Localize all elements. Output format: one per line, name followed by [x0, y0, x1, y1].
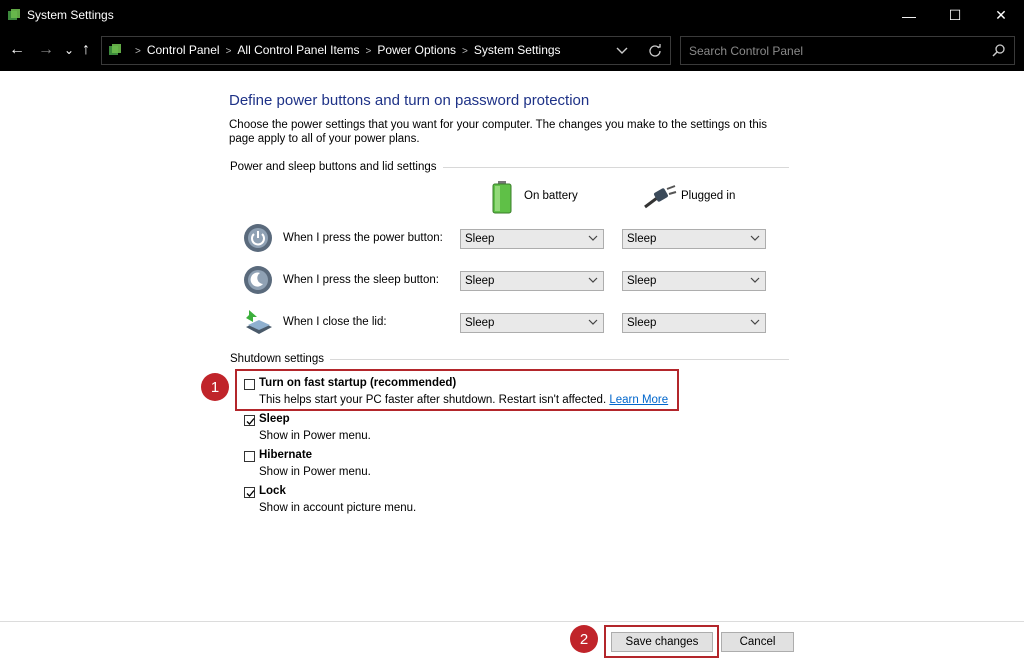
select-value: Sleep: [627, 275, 657, 287]
select-value: Sleep: [465, 317, 495, 329]
checkmark-icon: [246, 490, 255, 497]
battery-icon: [492, 181, 512, 214]
breadcrumb-separator: >: [225, 46, 232, 57]
chevron-down-icon: [750, 277, 760, 283]
sleep-title: Sleep: [259, 413, 290, 425]
control-panel-icon: [8, 9, 20, 20]
sleep-checkbox[interactable]: [244, 415, 255, 426]
learn-more-link[interactable]: Learn More: [609, 394, 668, 406]
chevron-down-icon: [588, 319, 598, 325]
window-title: System Settings: [27, 8, 114, 22]
chevron-down-icon: [588, 277, 598, 283]
power-button-battery-select[interactable]: Sleep: [460, 229, 604, 249]
search-icon[interactable]: [992, 43, 1006, 57]
checkmark-icon: [246, 418, 255, 425]
sleep-button-battery-select[interactable]: Sleep: [460, 271, 604, 291]
breadcrumb-separator: >: [365, 46, 372, 57]
group-label-shutdown: Shutdown settings: [230, 353, 330, 365]
chevron-down-icon: [750, 319, 760, 325]
power-button-label: When I press the power button:: [283, 232, 443, 244]
maximize-button[interactable]: ☐: [932, 0, 978, 31]
lid-label: When I close the lid:: [283, 316, 387, 328]
power-plug-icon: [644, 185, 677, 209]
breadcrumb-control-panel[interactable]: Control Panel: [147, 43, 220, 57]
save-changes-button[interactable]: Save changes: [611, 632, 713, 652]
lid-battery-select[interactable]: Sleep: [460, 313, 604, 333]
recent-locations-button[interactable]: ⌄: [64, 40, 74, 60]
breadcrumb: > Control Panel > All Control Panel Items > P…: [129, 43, 561, 57]
breadcrumb-system-settings[interactable]: System Settings: [474, 43, 561, 57]
step-marker-2: 2: [570, 625, 598, 653]
forward-button[interactable]: →: [38, 40, 54, 60]
breadcrumb-all-items[interactable]: All Control Panel Items: [237, 43, 359, 57]
breadcrumb-separator: >: [462, 46, 468, 57]
step-marker-1: 1: [201, 373, 229, 401]
up-button[interactable]: ↑: [82, 40, 90, 60]
breadcrumb-power-options[interactable]: Power Options: [377, 43, 456, 57]
fast-startup-desc-text: This helps start your PC faster after sh…: [259, 394, 607, 406]
power-button-plugged-select[interactable]: Sleep: [622, 229, 766, 249]
select-value: Sleep: [465, 233, 495, 245]
page-description: Choose the power settings that you want …: [229, 119, 768, 145]
breadcrumb-separator: >: [135, 46, 141, 57]
laptop-lid-icon: [246, 310, 272, 334]
select-value: Sleep: [465, 275, 495, 287]
group-label-power-buttons: Power and sleep buttons and lid settings: [230, 161, 443, 173]
select-value: Sleep: [627, 317, 657, 329]
control-panel-icon: [109, 44, 121, 55]
chevron-down-icon[interactable]: [616, 46, 628, 56]
search-input[interactable]: Search Control Panel: [680, 36, 1015, 65]
main-content: Define power buttons and turn on passwor…: [0, 71, 1024, 662]
hibernate-desc: Show in Power menu.: [259, 466, 371, 478]
lock-checkbox[interactable]: [244, 487, 255, 498]
minimize-button[interactable]: —: [886, 0, 932, 31]
sleep-button-label: When I press the sleep button:: [283, 274, 439, 286]
column-on-battery: On battery: [524, 190, 578, 202]
chevron-down-icon: [750, 235, 760, 241]
footer-divider: [0, 621, 1024, 622]
sleep-button-icon: [244, 266, 272, 294]
close-button[interactable]: ✕: [978, 0, 1024, 31]
select-value: Sleep: [627, 233, 657, 245]
back-button[interactable]: ←: [9, 40, 25, 60]
power-button-icon: [244, 224, 272, 252]
fast-startup-desc: This helps start your PC faster after sh…: [259, 394, 668, 406]
lid-plugged-select[interactable]: Sleep: [622, 313, 766, 333]
lock-title: Lock: [259, 485, 286, 497]
title-bar: System Settings — ☐ ✕: [0, 0, 1024, 31]
cancel-button[interactable]: Cancel: [721, 632, 794, 652]
fast-startup-checkbox[interactable]: [244, 379, 255, 390]
refresh-icon[interactable]: [648, 43, 662, 57]
column-plugged-in: Plugged in: [681, 190, 736, 202]
address-bar[interactable]: > Control Panel > All Control Panel Items > P…: [101, 36, 671, 65]
search-placeholder: Search Control Panel: [689, 44, 804, 58]
fast-startup-title: Turn on fast startup (recommended): [259, 377, 457, 389]
lock-desc: Show in account picture menu.: [259, 502, 417, 514]
sleep-desc: Show in Power menu.: [259, 430, 371, 442]
page-title: Define power buttons and turn on passwor…: [229, 92, 590, 109]
chevron-down-icon: [588, 235, 598, 241]
hibernate-title: Hibernate: [259, 449, 313, 461]
sleep-button-plugged-select[interactable]: Sleep: [622, 271, 766, 291]
hibernate-checkbox[interactable]: [244, 451, 255, 462]
